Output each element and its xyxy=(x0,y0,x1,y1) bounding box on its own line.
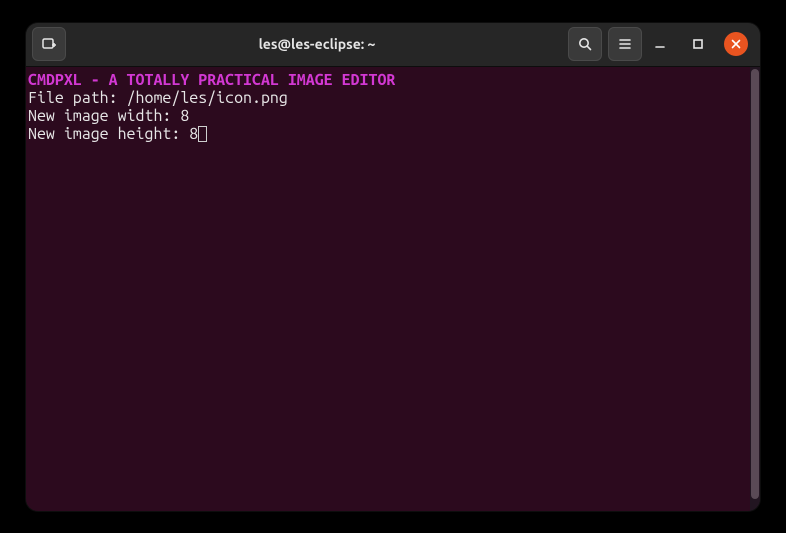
prompt-value: 8 xyxy=(180,107,189,125)
search-button[interactable] xyxy=(568,27,602,61)
prompt-width: New image width: 8 xyxy=(28,107,748,125)
titlebar: les@les-eclipse: ~ xyxy=(26,23,760,67)
terminal-output[interactable]: CMDPXL - A TOTALLY PRACTICAL IMAGE EDITO… xyxy=(26,67,750,511)
prompt-value: 8 xyxy=(189,125,198,143)
prompt-label: New image height: xyxy=(28,125,189,143)
terminal-cursor xyxy=(198,126,207,142)
terminal-window: les@les-eclipse: ~ xyxy=(26,23,760,511)
close-icon xyxy=(731,39,741,49)
prompt-value: /home/les/icon.png xyxy=(127,89,288,107)
hamburger-icon xyxy=(617,36,633,52)
prompt-label: File path: xyxy=(28,89,127,107)
window-controls xyxy=(648,32,754,56)
menu-button[interactable] xyxy=(608,27,642,61)
minimize-icon xyxy=(654,38,666,50)
minimize-button[interactable] xyxy=(648,32,672,56)
window-title: les@les-eclipse: ~ xyxy=(259,36,376,52)
terminal-area: CMDPXL - A TOTALLY PRACTICAL IMAGE EDITO… xyxy=(26,67,760,511)
close-button[interactable] xyxy=(724,32,748,56)
scrollbar-thumb[interactable] xyxy=(751,69,759,499)
new-tab-button[interactable] xyxy=(32,27,66,61)
app-banner: CMDPXL - A TOTALLY PRACTICAL IMAGE EDITO… xyxy=(28,71,748,89)
maximize-button[interactable] xyxy=(686,32,710,56)
prompt-height: New image height: 8 xyxy=(28,125,748,143)
search-icon xyxy=(577,36,593,52)
titlebar-left xyxy=(32,27,66,61)
prompt-label: New image width: xyxy=(28,107,180,125)
new-tab-icon xyxy=(41,36,57,52)
maximize-icon xyxy=(692,38,704,50)
scrollbar[interactable] xyxy=(750,67,760,511)
prompt-filepath: File path: /home/les/icon.png xyxy=(28,89,748,107)
